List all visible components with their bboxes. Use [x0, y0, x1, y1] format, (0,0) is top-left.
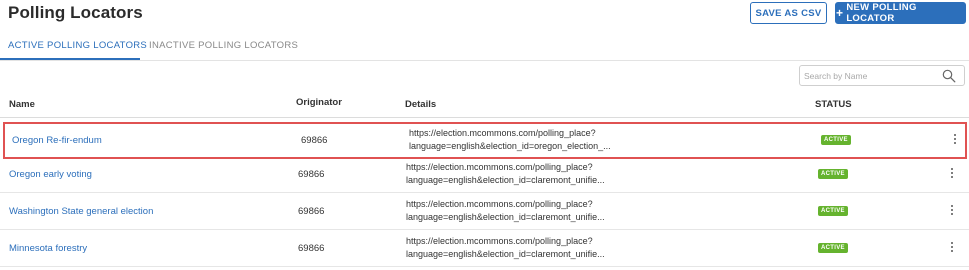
details-value: https://election.mcommons.com/polling_pl…: [406, 161, 636, 187]
new-polling-locator-label: NEW POLLING LOCATOR: [846, 2, 917, 24]
details-value: https://election.mcommons.com/polling_pl…: [406, 198, 636, 224]
table-row: Washington State general election 69866 …: [0, 193, 969, 230]
kebab-menu-icon[interactable]: [948, 166, 956, 182]
details-line: https://election.mcommons.com/polling_pl…: [409, 128, 596, 138]
table-row: Oregon Re-fir-endum 69866 https://electi…: [3, 122, 967, 159]
originator-value: 69866: [298, 243, 325, 254]
locator-name-link[interactable]: Washington State general election: [9, 206, 153, 217]
kebab-menu-icon[interactable]: [948, 240, 956, 256]
details-line: https://election.mcommons.com/polling_pl…: [406, 162, 593, 172]
originator-value: 69866: [298, 206, 325, 217]
status-badge: ACTIVE: [818, 243, 848, 253]
column-header-status[interactable]: STATUS: [815, 99, 852, 110]
column-header-name[interactable]: Name: [9, 99, 35, 110]
active-tab-indicator: [0, 58, 140, 60]
locator-name-link[interactable]: Minnesota forestry: [9, 243, 87, 254]
details-line: language=english&election_id=claremont_u…: [406, 175, 605, 185]
kebab-menu-icon[interactable]: [948, 203, 956, 219]
details-line: https://election.mcommons.com/polling_pl…: [406, 199, 593, 209]
details-value: https://election.mcommons.com/polling_pl…: [406, 235, 636, 261]
details-line: language=english&election_id=claremont_u…: [406, 249, 605, 259]
column-header-details: Details: [405, 99, 437, 110]
tab-inactive-polling-locators[interactable]: INACTIVE POLLING LOCATORS: [149, 40, 298, 51]
locator-name-link[interactable]: Oregon Re-fir-endum: [12, 135, 102, 146]
table-row: Minnesota forestry 69866 https://electio…: [0, 230, 969, 267]
details-line: language=english&election_id=oregon_elec…: [409, 141, 611, 151]
plus-icon: +: [836, 6, 844, 20]
save-as-csv-button[interactable]: SAVE AS CSV: [750, 2, 827, 24]
details-value: https://election.mcommons.com/polling_pl…: [409, 127, 639, 153]
page-title: Polling Locators: [8, 3, 143, 22]
details-line: https://election.mcommons.com/polling_pl…: [406, 236, 593, 246]
originator-value: 69866: [301, 135, 328, 146]
originator-value: 69866: [298, 169, 325, 180]
tab-active-polling-locators[interactable]: ACTIVE POLLING LOCATORS: [8, 40, 147, 51]
details-line: language=english&election_id=claremont_u…: [406, 212, 605, 222]
column-header-originator[interactable]: Originator: [296, 97, 342, 108]
search-input[interactable]: [804, 68, 939, 83]
search-icon[interactable]: [942, 69, 956, 83]
search-box[interactable]: [799, 65, 965, 86]
tab-bar: ACTIVE POLLING LOCATORS INACTIVE POLLING…: [0, 31, 969, 61]
locator-name-link[interactable]: Oregon early voting: [9, 169, 92, 180]
table-header: Name Originator Details STATUS: [0, 92, 969, 118]
status-badge: ACTIVE: [818, 169, 848, 179]
table-row: Oregon early voting 69866 https://electi…: [0, 156, 969, 193]
status-badge: ACTIVE: [821, 135, 851, 145]
status-badge: ACTIVE: [818, 206, 848, 216]
kebab-menu-icon[interactable]: [951, 132, 959, 148]
new-polling-locator-button[interactable]: + NEW POLLING LOCATOR: [835, 2, 966, 24]
